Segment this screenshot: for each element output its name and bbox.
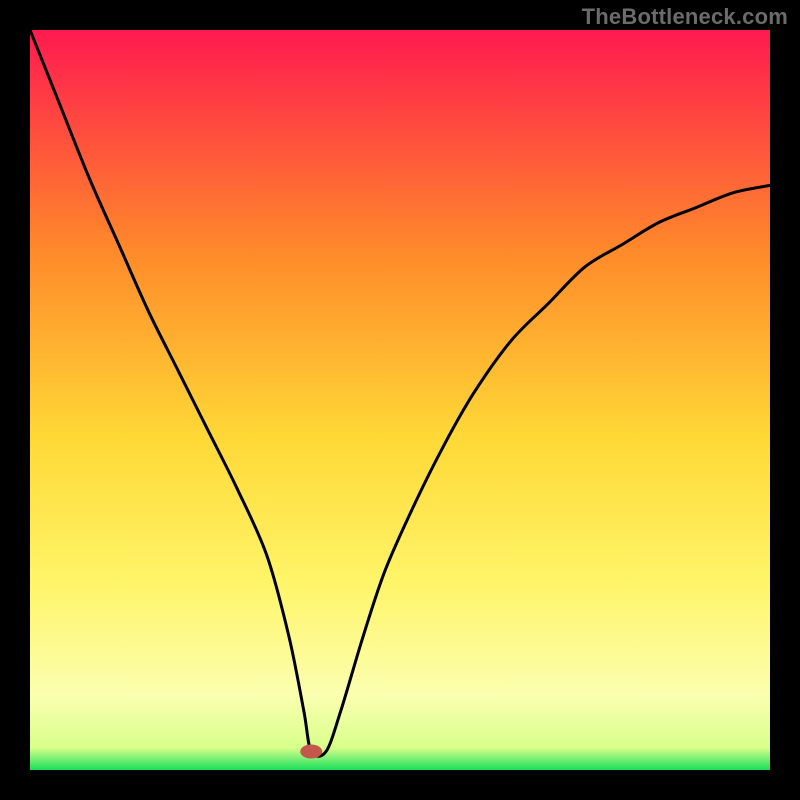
bottleneck-chart (30, 30, 770, 770)
watermark-text: TheBottleneck.com (582, 4, 788, 30)
chart-stage: TheBottleneck.com (0, 0, 800, 800)
optimal-marker (300, 745, 322, 759)
chart-background-gradient (30, 30, 770, 770)
